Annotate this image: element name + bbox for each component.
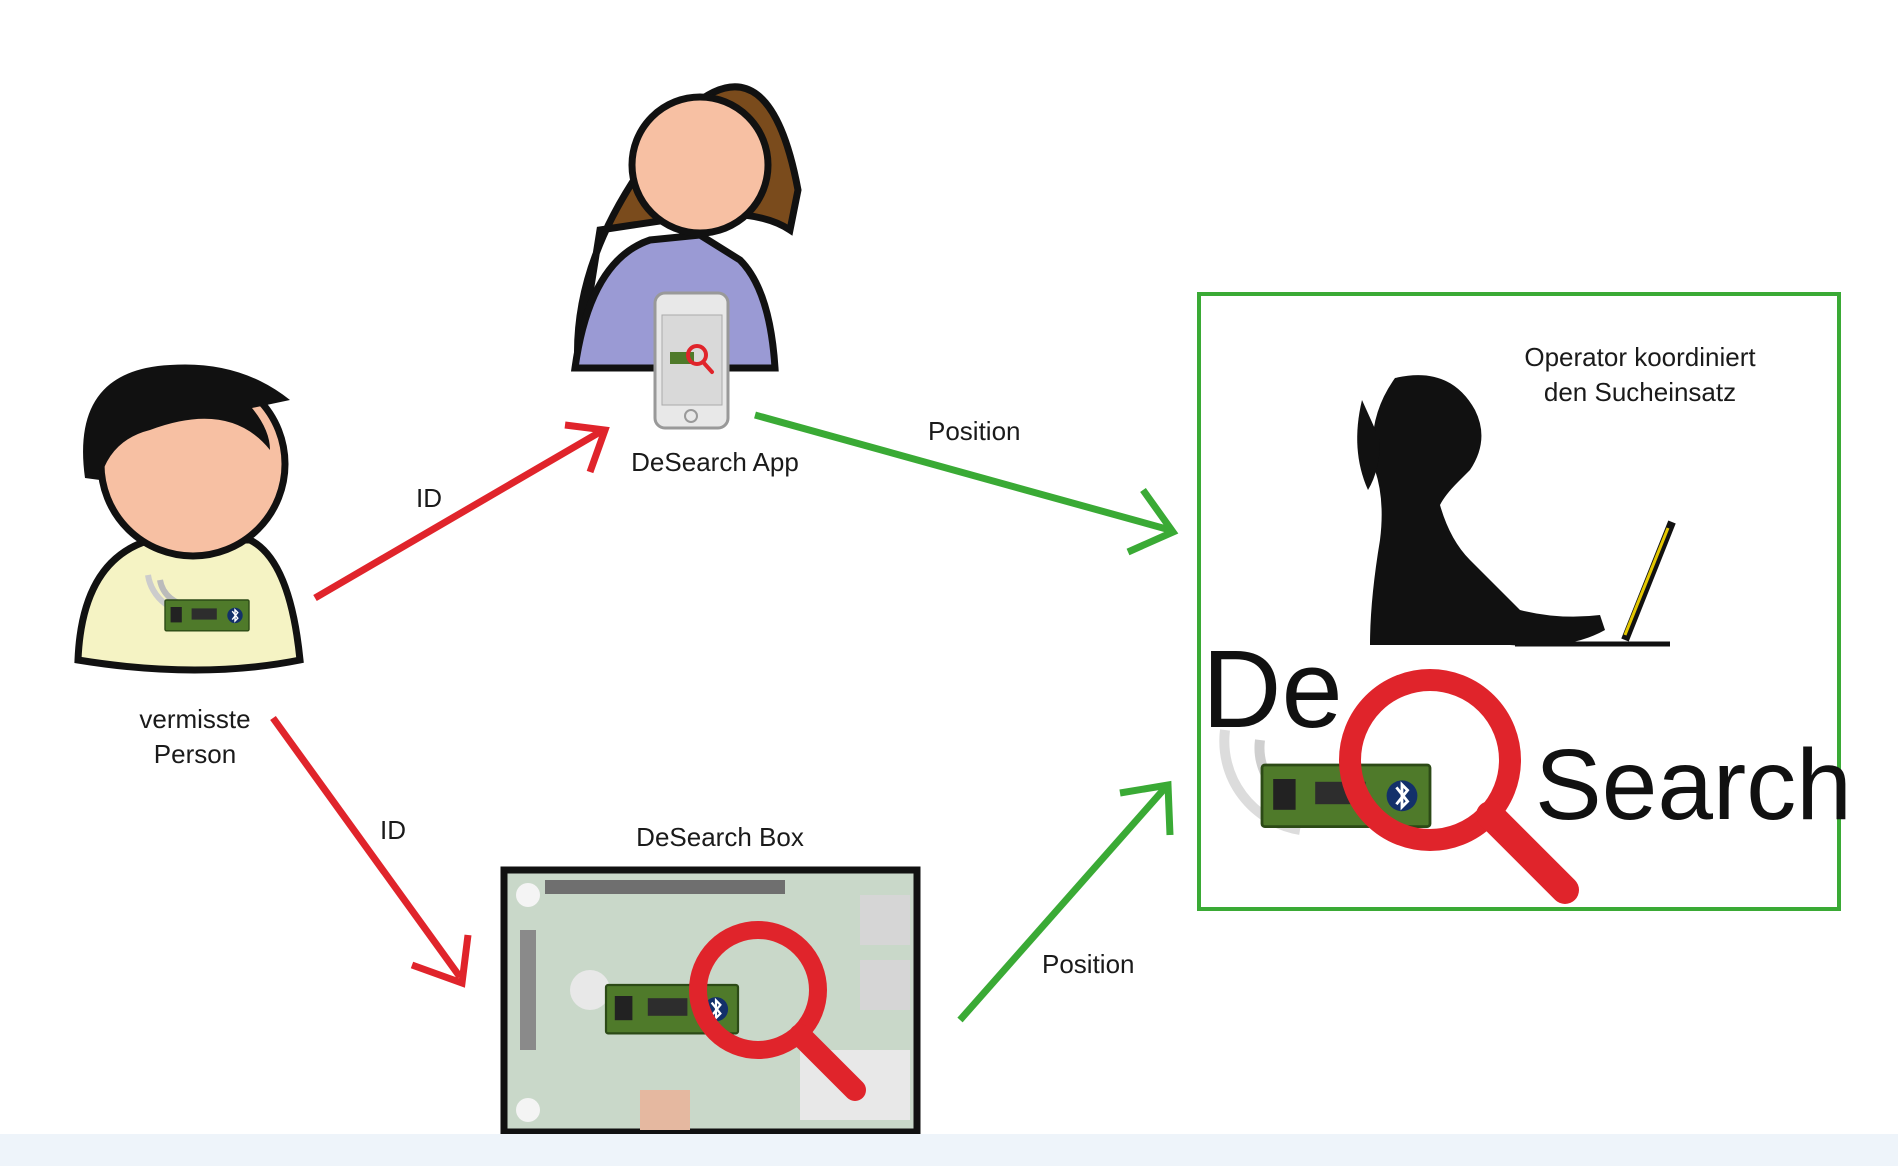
- label-missing-person: vermisste Person: [139, 704, 251, 770]
- desearch-diagram: De Search vermisste Person DeSearch App …: [0, 0, 1898, 1166]
- bottom-strip: [0, 1134, 1898, 1166]
- smartphone-icon: [653, 291, 730, 430]
- chip-icon: [164, 599, 250, 632]
- position-arrow-box-to-operator: [957, 780, 1174, 1023]
- raspberry-pi-board-icon: [500, 866, 921, 1136]
- label-desearch-app: DeSearch App: [631, 447, 799, 477]
- logo-word-search: Search: [1535, 729, 1852, 841]
- label-operator: Operator koordiniert den Sucheinsatz: [1524, 342, 1756, 408]
- app-user-face: [628, 93, 772, 237]
- label-position-bottom: Position: [1042, 949, 1135, 979]
- diagram-canvas: [74, 83, 1841, 1136]
- label-id-bottom: ID: [380, 815, 406, 845]
- logo-word-de: De: [1202, 628, 1343, 751]
- app-user-icon: [570, 83, 802, 430]
- operator-silhouette-icon: [1357, 375, 1605, 646]
- label-desearch-box: DeSearch Box: [636, 822, 804, 852]
- id-arrow-to-app: [313, 421, 610, 602]
- person-icon: [74, 364, 304, 674]
- id-arrow-to-box: [270, 715, 472, 988]
- label-position-top: Position: [928, 416, 1021, 446]
- label-id-top: ID: [416, 483, 442, 513]
